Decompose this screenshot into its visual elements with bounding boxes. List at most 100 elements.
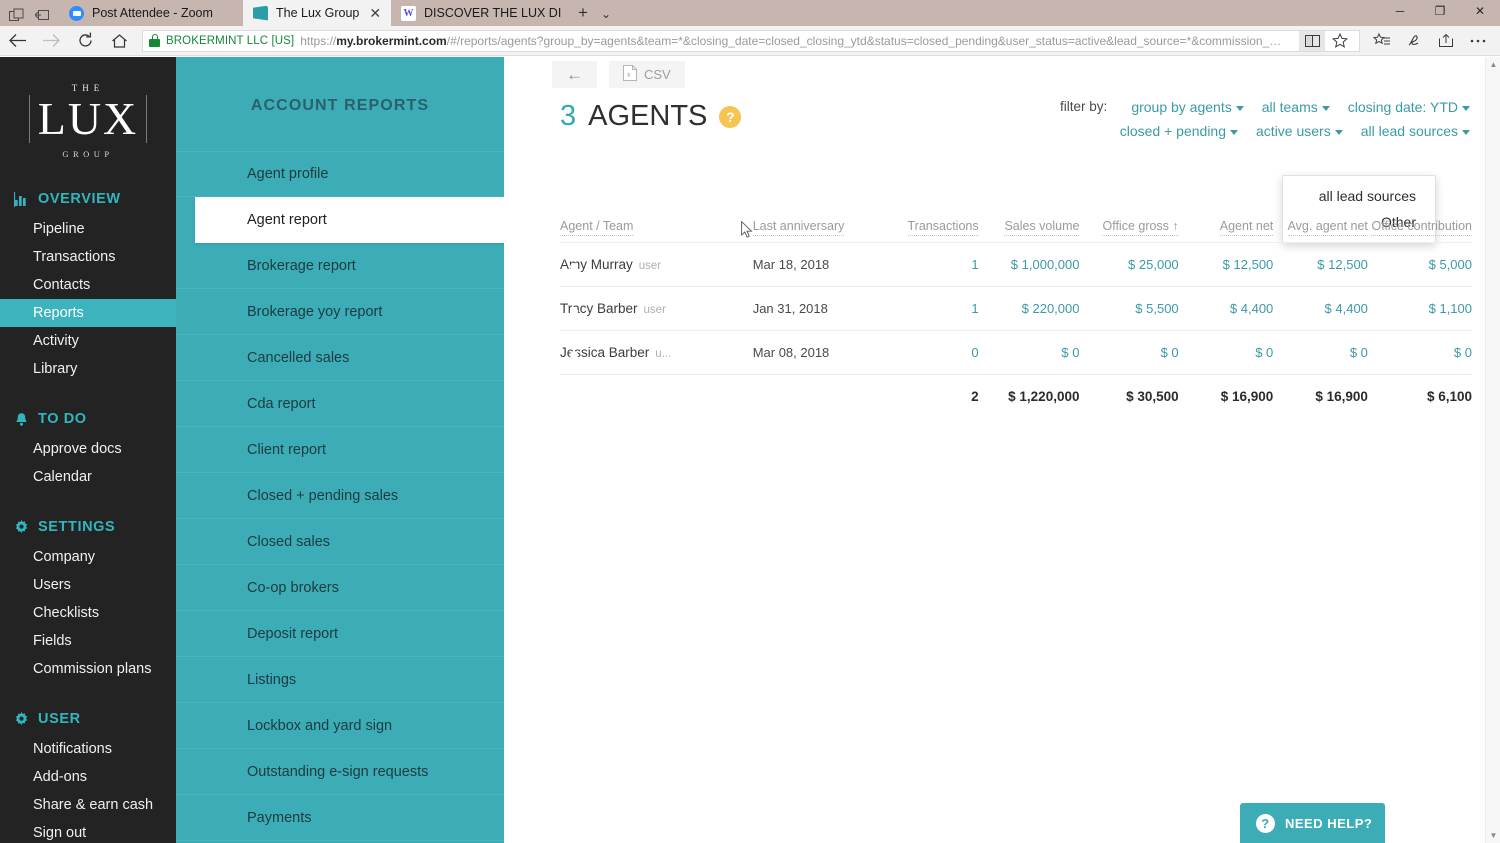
forward-icon[interactable] [34, 26, 68, 56]
filter-group-by-agents[interactable]: group by agents [1131, 95, 1243, 119]
close-icon[interactable]: ✕ [367, 6, 381, 20]
report-item-payments[interactable]: Payments [176, 795, 504, 841]
report-item-brokerage-yoy-report[interactable]: Brokerage yoy report [176, 289, 504, 335]
office-gross-cell[interactable]: $ 5,500 [1079, 287, 1178, 331]
reading-view-icon[interactable] [1299, 30, 1325, 52]
office-contribution-cell[interactable]: $ 5,000 [1368, 243, 1472, 287]
sidebar-item-calendar[interactable]: Calendar [0, 463, 176, 491]
report-item-closed-sales[interactable]: Closed sales [176, 519, 504, 565]
report-item-agent-profile[interactable]: Agent profile [176, 151, 504, 197]
sidebar-item-reports[interactable]: Reports [0, 299, 176, 327]
back-icon[interactable] [0, 26, 34, 56]
col-transactions[interactable]: Transactions [877, 219, 979, 243]
office-gross-cell[interactable]: $ 25,000 [1079, 243, 1178, 287]
sidebar-item-users[interactable]: Users [0, 571, 176, 599]
col-office-gross[interactable]: Office gross ↑ [1079, 219, 1178, 243]
close-window-button[interactable]: ✕ [1460, 0, 1500, 22]
sidebar-item-fields[interactable]: Fields [0, 627, 176, 655]
col-sales-volume[interactable]: Sales volume [979, 219, 1080, 243]
col-agent-net[interactable]: Agent net [1179, 219, 1274, 243]
filter-active-users[interactable]: active users [1256, 119, 1343, 143]
report-item-cancelled-sales[interactable]: Cancelled sales [176, 335, 504, 381]
sidebar-item-checklists[interactable]: Checklists [0, 599, 176, 627]
avg-agent-net-cell[interactable]: $ 4,400 [1273, 287, 1368, 331]
sidebar-item-pipeline[interactable]: Pipeline [0, 215, 176, 243]
wix-icon: W [401, 6, 416, 21]
sidebar-item-notifications[interactable]: Notifications [0, 735, 176, 763]
agent-net-cell[interactable]: $ 0 [1179, 331, 1274, 375]
sidebar-item-library[interactable]: Library [0, 355, 176, 383]
report-item-deposit-report[interactable]: Deposit report [176, 611, 504, 657]
maximize-button[interactable]: ❐ [1420, 0, 1460, 22]
tabs-you-set-aside-icon[interactable] [35, 8, 50, 22]
favorites-list-icon[interactable] [1366, 26, 1398, 56]
transactions-cell[interactable]: 1 [877, 287, 979, 331]
transactions-cell[interactable]: 1 [877, 243, 979, 287]
home-icon[interactable] [102, 26, 136, 56]
table-row[interactable]: Amy Murrayuser Mar 18, 2018 1 $ 1,000,00… [560, 243, 1472, 287]
filter-all-lead-sources[interactable]: all lead sources [1361, 119, 1470, 143]
table-row[interactable]: Jessica Barberu... Mar 08, 2018 0 $ 0 $ … [560, 331, 1472, 375]
browser-tab-3[interactable]: W DISCOVER THE LUX DIFFERI [391, 0, 569, 26]
report-item-brokerage-report[interactable]: Brokerage report [176, 243, 504, 289]
set-aside-tabs-icon[interactable] [9, 8, 24, 22]
more-settings-icon[interactable] [1462, 26, 1494, 56]
transactions-cell[interactable]: 0 [877, 331, 979, 375]
refresh-icon[interactable] [68, 26, 102, 56]
avg-agent-net-cell[interactable]: $ 12,500 [1273, 243, 1368, 287]
dropdown-option-all-lead-sources[interactable]: all lead sources [1283, 183, 1435, 209]
report-item-co-op-brokers[interactable]: Co-op brokers [176, 565, 504, 611]
sidebar-item-commission-plans[interactable]: Commission plans [0, 655, 176, 683]
share-icon[interactable] [1430, 26, 1462, 56]
filter-closed-pending[interactable]: closed + pending [1120, 119, 1238, 143]
new-tab-button[interactable]: + [569, 3, 597, 26]
sidebar-item-approve-docs[interactable]: Approve docs [0, 435, 176, 463]
account-reports-title: ACCOUNT REPORTS [176, 57, 504, 115]
table-row[interactable]: Tracy Barberuser Jan 31, 2018 1 $ 220,00… [560, 287, 1472, 331]
sidebar-item-share-earn-cash[interactable]: Share & earn cash [0, 791, 176, 819]
report-item-lockbox-and-yard-sign[interactable]: Lockbox and yard sign [176, 703, 504, 749]
office-contribution-cell[interactable]: $ 1,100 [1368, 287, 1472, 331]
browser-tab-1[interactable]: Post Attendee - Zoom [59, 0, 243, 26]
address-bar[interactable]: BROKERMINT LLC [US] https://my.brokermin… [142, 30, 1360, 52]
col-office-contribution[interactable]: Office contribution [1368, 219, 1472, 243]
sidebar-item-activity[interactable]: Activity [0, 327, 176, 355]
sidebar-item-transactions[interactable]: Transactions [0, 243, 176, 271]
col-avg-agent-net[interactable]: Avg. agent net [1273, 219, 1368, 243]
filter-all-teams[interactable]: all teams [1262, 95, 1330, 119]
report-item-outstanding-e-sign-requests[interactable]: Outstanding e-sign requests [176, 749, 504, 795]
web-note-icon[interactable] [1398, 26, 1430, 56]
report-item-listings[interactable]: Listings [176, 657, 504, 703]
report-item-closed-pending-sales[interactable]: Closed + pending sales [176, 473, 504, 519]
office-gross-cell[interactable]: $ 0 [1079, 331, 1178, 375]
avg-agent-net-cell[interactable]: $ 0 [1273, 331, 1368, 375]
back-button[interactable]: ← [552, 61, 597, 88]
minimize-button[interactable]: ─ [1380, 0, 1420, 22]
report-item-agent-report[interactable]: Agent report [195, 197, 504, 243]
col-last-anniversary[interactable]: Last anniversary [753, 219, 877, 243]
scroll-up-icon[interactable]: ▲ [1486, 57, 1500, 72]
report-item-cda-report[interactable]: Cda report [176, 381, 504, 427]
export-csv-button[interactable]: x CSV [609, 61, 685, 88]
sidebar-item-company[interactable]: Company [0, 543, 176, 571]
sidebar-item-contacts[interactable]: Contacts [0, 271, 176, 299]
page-scrollbar[interactable]: ▲ ▼ [1485, 57, 1500, 843]
scroll-down-icon[interactable]: ▼ [1486, 828, 1500, 843]
question-mark-icon[interactable]: ? [719, 106, 741, 128]
sidebar-item-sign-out[interactable]: Sign out [0, 819, 176, 843]
sales-volume-cell[interactable]: $ 0 [979, 331, 1080, 375]
filter-closing-date[interactable]: closing date: YTD [1348, 95, 1470, 119]
sales-volume-cell[interactable]: $ 220,000 [979, 287, 1080, 331]
need-help-button[interactable]: ? NEED HELP? [1240, 803, 1385, 843]
office-contribution-cell[interactable]: $ 0 [1368, 331, 1472, 375]
report-item-client-report[interactable]: Client report [176, 427, 504, 473]
agent-net-cell[interactable]: $ 4,400 [1179, 287, 1274, 331]
star-icon[interactable] [1327, 30, 1353, 52]
chevron-down-icon[interactable]: ⌄ [597, 7, 619, 26]
browser-tab-2[interactable]: The Lux Group ✕ [243, 0, 391, 26]
col-agent-team[interactable]: Agent / Team [560, 219, 753, 243]
sales-volume-cell[interactable]: $ 1,000,000 [979, 243, 1080, 287]
agent-net-cell[interactable]: $ 12,500 [1179, 243, 1274, 287]
sidebar-item-add-ons[interactable]: Add-ons [0, 763, 176, 791]
brand-logo[interactable]: THE LUX GROUP [0, 57, 176, 181]
